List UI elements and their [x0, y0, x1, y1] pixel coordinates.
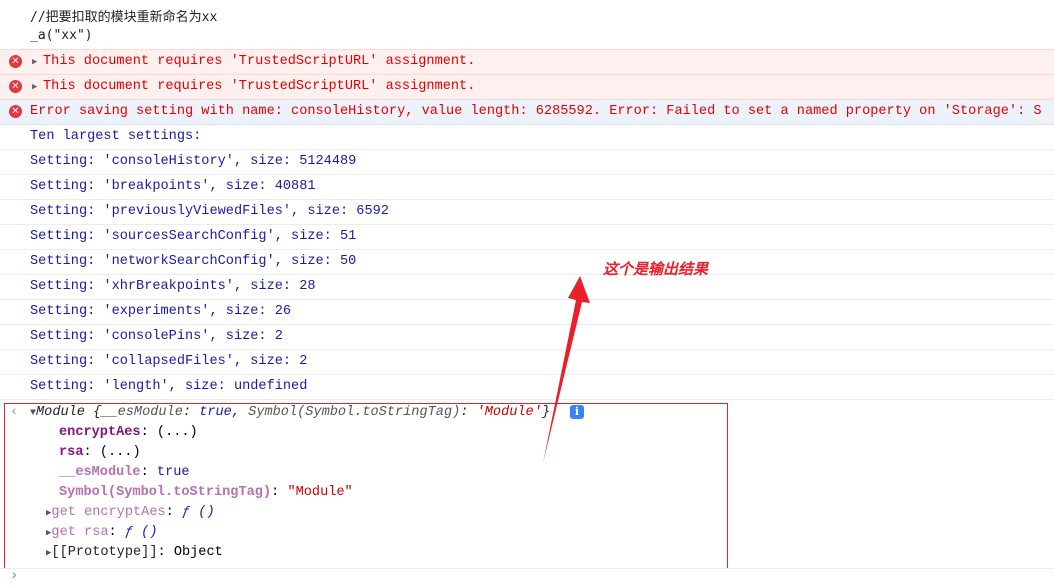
annotation-arrow-icon — [543, 276, 590, 463]
annotation-label: 这个是输出结果 — [603, 260, 709, 278]
arrow-shape — [543, 276, 590, 463]
